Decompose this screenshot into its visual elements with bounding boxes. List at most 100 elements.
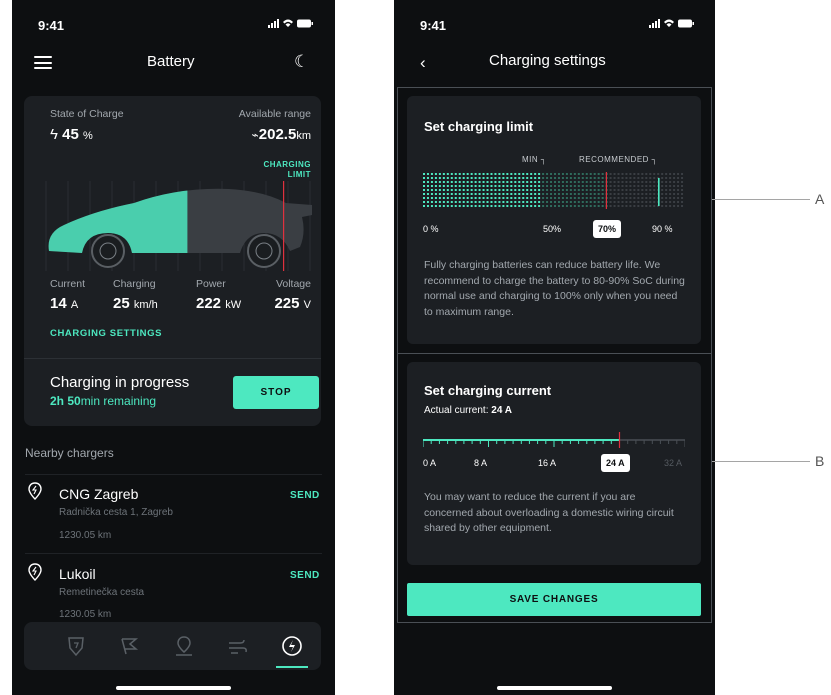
limit-dot	[482, 193, 485, 195]
map-pin-icon[interactable]	[172, 634, 196, 658]
limit-dot	[426, 189, 429, 191]
limit-dot	[518, 177, 521, 179]
limit-dot	[665, 177, 668, 179]
limit-dot	[518, 205, 521, 207]
limit-dot	[522, 205, 525, 207]
limit-dot	[466, 189, 469, 191]
limit-dot	[494, 185, 497, 187]
car-charge-visual	[45, 181, 313, 271]
charging-limit-slider[interactable]	[423, 172, 685, 210]
limit-dot	[430, 181, 433, 183]
bottom-tab-bar	[24, 622, 321, 670]
limit-dot	[641, 197, 644, 199]
selected-limit-badge[interactable]: 70%	[593, 220, 622, 238]
limit-dot	[629, 189, 632, 191]
limit-dot	[506, 189, 509, 191]
flag-icon[interactable]	[117, 634, 141, 658]
charging-limit-label: CHARGING LIMIT	[263, 160, 311, 179]
limit-dot	[490, 193, 493, 195]
limit-dot	[442, 201, 445, 203]
limit-dot	[677, 201, 680, 203]
limit-dot	[542, 185, 545, 187]
limit-dot	[474, 189, 477, 191]
limit-dot	[482, 185, 485, 187]
limit-dot	[609, 173, 612, 175]
limit-dot	[438, 189, 441, 191]
bolt-icon[interactable]	[280, 634, 304, 658]
limit-dot	[681, 205, 684, 207]
wind-icon[interactable]	[226, 634, 250, 658]
limit-dot	[522, 181, 525, 183]
limit-dot	[442, 193, 445, 195]
limit-dot	[585, 205, 588, 207]
limit-dot	[629, 181, 632, 183]
limit-dot	[538, 201, 541, 203]
limit-dot	[494, 193, 497, 195]
limit-dot	[510, 177, 513, 179]
limit-dot	[601, 197, 604, 199]
limit-dot	[486, 205, 489, 207]
limit-dot	[589, 205, 592, 207]
limit-dot	[510, 201, 513, 203]
shield-icon[interactable]	[64, 634, 88, 658]
limit-dot	[554, 173, 556, 175]
limit-dot	[597, 193, 600, 195]
limit-dot	[438, 205, 441, 207]
limit-dot	[561, 197, 564, 199]
hamburger-menu-icon[interactable]	[34, 56, 52, 69]
limit-dot	[522, 197, 525, 199]
limit-dot	[673, 201, 676, 203]
limit-dot	[653, 181, 656, 183]
limit-dot	[546, 201, 549, 203]
limit-dot	[522, 185, 525, 187]
charging-settings-link[interactable]: CHARGING SETTINGS	[50, 328, 162, 339]
status-icons	[268, 18, 314, 32]
limit-dot	[482, 177, 485, 179]
save-changes-button[interactable]: SAVE CHANGES	[407, 583, 701, 616]
limit-dot	[585, 177, 588, 179]
limit-dot	[557, 189, 560, 191]
limit-dot	[466, 205, 469, 207]
limit-dot	[637, 177, 640, 179]
send-button[interactable]: SEND	[290, 570, 320, 581]
limit-dot	[569, 181, 572, 183]
nearby-chargers-title: Nearby chargers	[25, 446, 114, 460]
selected-current-badge[interactable]: 24 A	[601, 454, 630, 472]
moon-icon[interactable]: ☾	[294, 52, 309, 72]
limit-dot	[653, 177, 656, 179]
limit-dot	[601, 205, 604, 207]
tick-label: 32 A	[664, 458, 683, 468]
limit-dot	[645, 205, 648, 207]
back-chevron-icon[interactable]: ‹	[420, 53, 426, 73]
limit-dot	[585, 173, 588, 175]
limit-dot	[550, 201, 553, 203]
limit-dot	[518, 189, 521, 191]
limit-dot	[577, 205, 580, 207]
limit-dot	[430, 193, 433, 195]
limit-dot	[561, 193, 564, 195]
limit-dot	[581, 201, 584, 203]
limit-dot	[569, 193, 572, 195]
limit-dot	[423, 181, 425, 183]
limit-dot	[542, 193, 545, 195]
limit-dot	[434, 197, 437, 199]
limit-dot	[470, 197, 473, 199]
limit-dot	[673, 197, 676, 199]
limit-dot	[546, 193, 549, 195]
limit-dot	[542, 201, 545, 203]
limit-dot	[554, 197, 556, 199]
limit-dot	[681, 193, 684, 195]
divider	[25, 553, 322, 554]
send-button[interactable]: SEND	[290, 490, 320, 501]
charging-current-title: Set charging current	[424, 383, 552, 398]
limit-dot	[458, 193, 461, 195]
limit-dot	[478, 185, 481, 187]
limit-dot	[573, 177, 576, 179]
charger-distance: 1230.05 km	[59, 530, 112, 541]
limit-dot	[454, 173, 457, 175]
limit-dot	[557, 201, 560, 203]
charging-current-slider[interactable]	[423, 432, 685, 452]
stop-button[interactable]: STOP	[233, 376, 319, 409]
limit-dot	[565, 189, 568, 191]
tick-label: 8 A	[474, 458, 488, 468]
